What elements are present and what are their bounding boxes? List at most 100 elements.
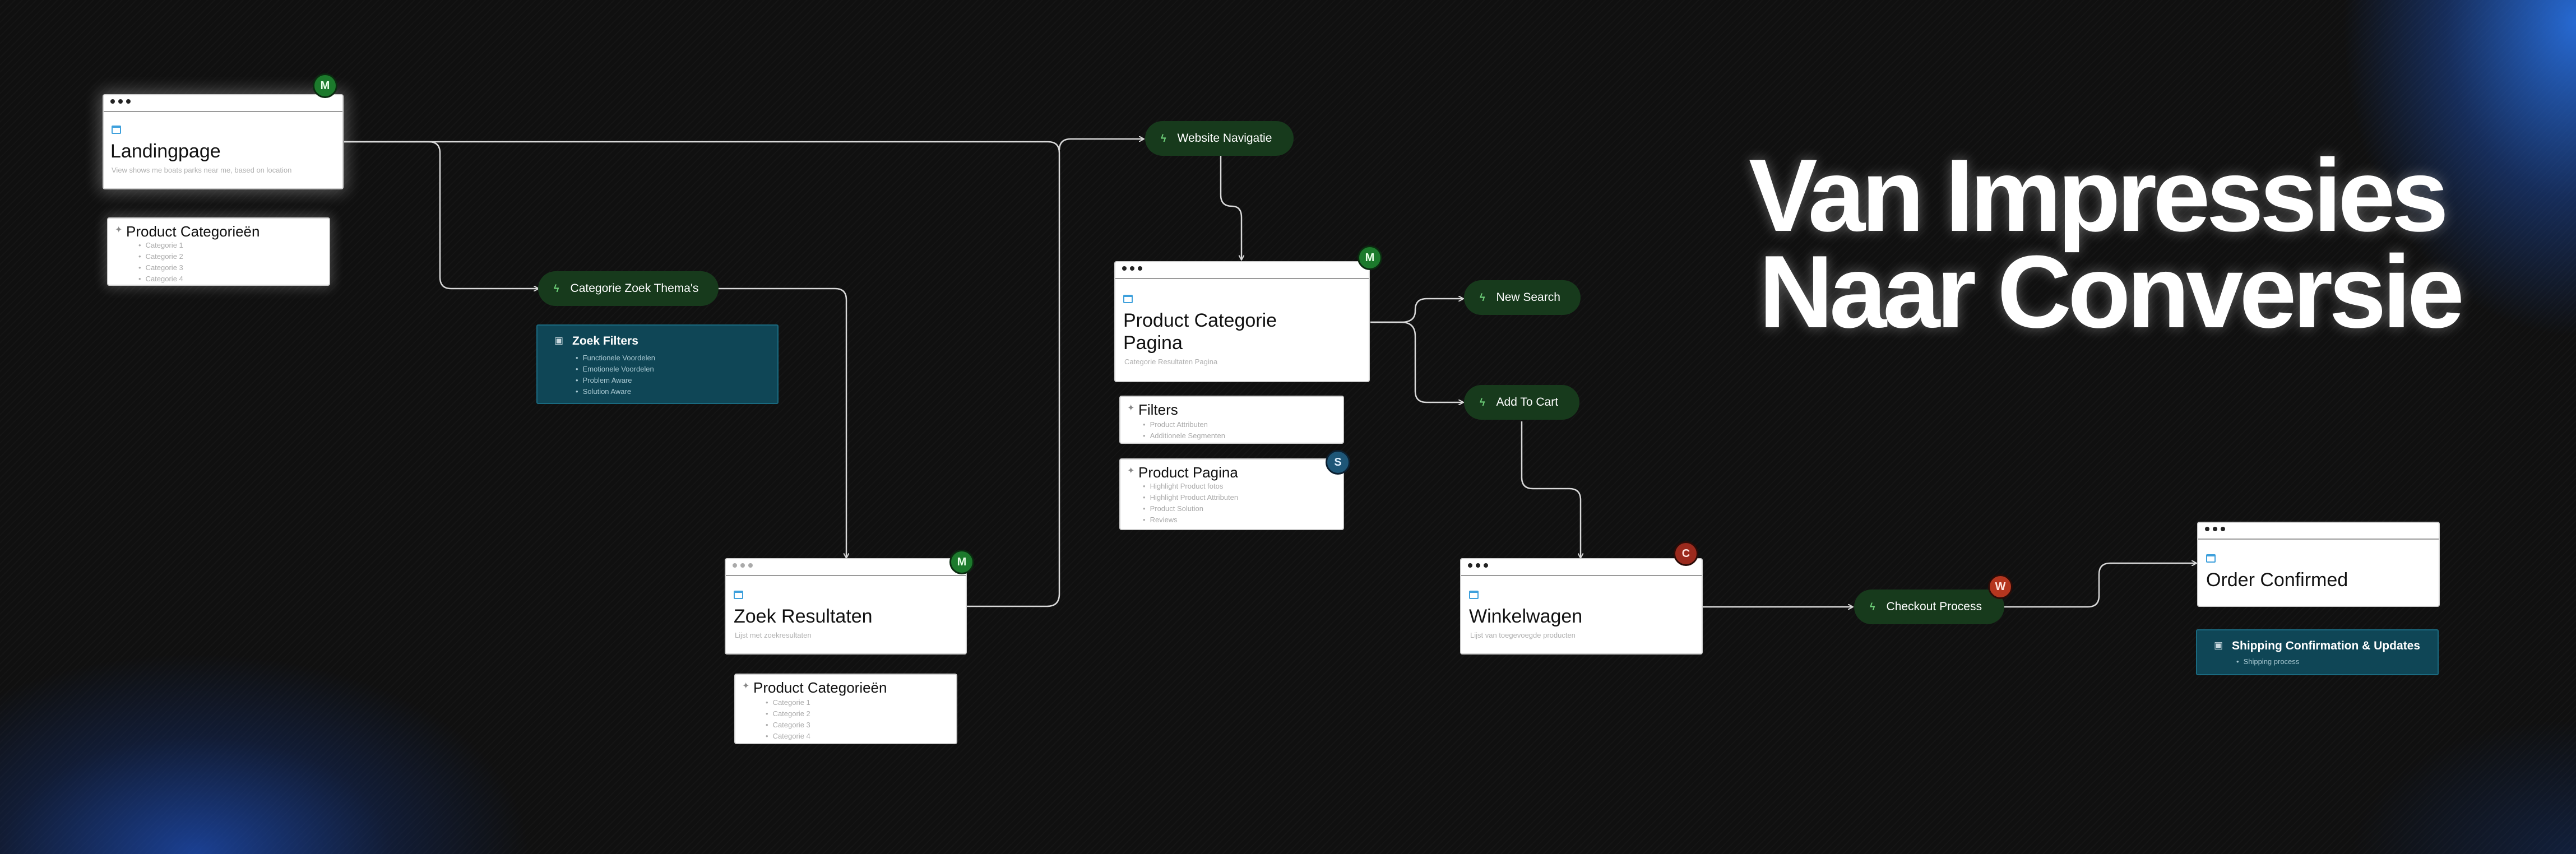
window-dots-icon [733, 563, 753, 568]
shipping-confirmation-box[interactable]: ▣ Shipping Confirmation & Updates Shippi… [2196, 629, 2439, 675]
product-categorieen-list-2[interactable]: ✦ Product Categorieën Categorie 1 Catego… [734, 674, 957, 744]
calendar-icon [2206, 554, 2216, 563]
window-dots-icon [110, 99, 131, 104]
list-item: Emotionele Voordelen [576, 364, 655, 375]
list-item: Solution Aware [576, 386, 655, 397]
lightning-icon: ϟ [1480, 396, 1485, 408]
window-bar [1461, 559, 1702, 576]
list-items: Categorie 1 Categorie 2 Categorie 3 Cate… [138, 240, 183, 285]
list-item: Categorie 3 [766, 720, 810, 731]
list-items: Product Attributen Additionele Segmenten [1143, 419, 1225, 442]
headline-line1: Van Impressies [1749, 137, 2449, 253]
owner-badge: M [1358, 245, 1382, 270]
list-title: Product Categorieën [753, 679, 887, 696]
list-title: Product Categorieën [126, 223, 260, 240]
window-dots-icon [1468, 563, 1488, 568]
edge-product-newsearch [1370, 299, 1463, 323]
headline-line2: Naar Conversie [1759, 234, 2464, 349]
product-pagina-list[interactable]: ✦ Product Pagina Highlight Product fotos… [1119, 458, 1344, 530]
add-to-cart-pill[interactable]: ϟ Add To Cart [1464, 385, 1579, 420]
page-subtitle: Categorie Resultaten Pagina [1124, 358, 1218, 366]
list-item: Categorie 4 [138, 273, 183, 285]
window-bar [2198, 523, 2439, 540]
window-bar [1115, 262, 1369, 279]
calendar-icon [1123, 295, 1133, 303]
owner-badge: S [1326, 450, 1350, 475]
product-categorie-pagina-card[interactable]: Product Categorie Pagina Categorie Resul… [1114, 261, 1370, 382]
page-title: Product Categorie [1123, 310, 1277, 331]
edge-cart-winkelwagen [1521, 421, 1581, 558]
page-subtitle: Lijst met zoekresultaten [735, 631, 812, 639]
zoek-filters-box[interactable]: ▣ Zoek Filters Functionele Voordelen Emo… [536, 324, 779, 404]
headline: Van Impressies Naar Conversie [1749, 137, 2464, 349]
list-item: Additionele Segmenten [1143, 430, 1225, 442]
winkelwagen-card[interactable]: Winkelwagen Lijst van toegevoegde produc… [1460, 558, 1703, 655]
edge-checkout-order [2004, 563, 2196, 608]
owner-badge: M [949, 550, 974, 574]
page-title: Landingpage [110, 141, 221, 162]
list-items: Shipping process [2236, 656, 2300, 667]
list-item: Categorie 2 [138, 251, 183, 262]
website-navigatie-pill[interactable]: ϟ Website Navigatie [1145, 121, 1294, 156]
window-bar [104, 95, 342, 112]
window-bar [726, 559, 966, 576]
window-dots-icon [2205, 527, 2225, 531]
sparkle-icon: ✦ [115, 225, 123, 235]
lightning-icon: ϟ [554, 282, 559, 294]
landingpage-card[interactable]: Landingpage View shows me boats parks ne… [103, 94, 344, 189]
owner-badge: W [1988, 574, 2013, 599]
lightning-icon: ϟ [1480, 291, 1485, 303]
checkout-process-pill[interactable]: ϟ Checkout Process [1854, 590, 2004, 624]
list-title: Zoek Filters [572, 335, 638, 347]
window-dots-icon [1122, 266, 1142, 271]
edge-product-addtocart [1370, 321, 1463, 402]
sparkle-icon: ✦ [1127, 403, 1135, 413]
owner-badge: M [313, 73, 337, 98]
order-confirmed-card[interactable]: Order Confirmed [2197, 522, 2440, 607]
edge-landing-categorie [344, 141, 538, 289]
page-subtitle: View shows me boats parks near me, based… [112, 166, 292, 174]
lightning-icon: ϟ [1161, 132, 1166, 144]
list-item: Product Attributen [1143, 419, 1225, 430]
list-item: Categorie 3 [138, 262, 183, 273]
list-items: Highlight Product fotos Highlight Produc… [1143, 481, 1239, 526]
list-item: Reviews [1143, 514, 1238, 526]
list-item: Categorie 1 [138, 240, 183, 251]
list-items: Categorie 1 Categorie 2 Categorie 3 Cate… [766, 697, 810, 742]
list-item: Categorie 4 [766, 731, 810, 742]
list-title: Product Pagina [1138, 464, 1238, 481]
owner-badge: C [1674, 541, 1698, 566]
new-search-pill[interactable]: ϟ New Search [1464, 280, 1581, 315]
calendar-icon [734, 591, 743, 599]
page-title: Winkelwagen [1469, 606, 1583, 627]
calendar-icon [112, 126, 121, 134]
sparkle-icon: ✦ [742, 681, 750, 691]
calendar-icon [1469, 591, 1479, 599]
list-item: Problem Aware [576, 375, 655, 386]
list-title: Shipping Confirmation & Updates [2232, 639, 2420, 652]
edge-to-navigatie [1058, 139, 1143, 151]
pill-label: Checkout Process [1886, 600, 1982, 613]
filters-list[interactable]: ✦ Filters Product Attributen Additionele… [1119, 396, 1344, 444]
list-item: Shipping process [2236, 656, 2300, 667]
list-item: Functionele Voordelen [576, 352, 655, 364]
pill-label: Categorie Zoek Thema's [570, 282, 699, 295]
list-item: Highlight Product Attributen [1143, 492, 1239, 503]
edge-navigatie-product [1220, 156, 1241, 259]
list-item: Product Solution [1143, 503, 1238, 514]
pill-label: Add To Cart [1496, 396, 1559, 409]
product-categorieen-list[interactable]: ✦ Product Categorieën Categorie 1 Catego… [107, 217, 330, 286]
lightning-icon: ϟ [1870, 601, 1875, 612]
list-item: Categorie 2 [766, 708, 810, 720]
zoek-resultaten-card[interactable]: Zoek Resultaten Lijst met zoekresultaten [725, 558, 967, 655]
categorie-zoek-pill[interactable]: ϟ Categorie Zoek Thema's [538, 271, 719, 306]
pill-label: Website Navigatie [1177, 132, 1272, 145]
sparkle-icon: ✦ [1127, 466, 1135, 476]
robot-icon: ▣ [2214, 640, 2223, 651]
list-item: Highlight Product fotos [1143, 481, 1238, 492]
list-item: Categorie 1 [766, 697, 810, 708]
list-items: Functionele Voordelen Emotionele Voordel… [576, 352, 655, 397]
robot-icon: ▣ [554, 335, 564, 346]
page-title: Order Confirmed [2206, 569, 2348, 591]
page-subtitle: Lijst van toegevoegde producten [1470, 631, 1576, 639]
